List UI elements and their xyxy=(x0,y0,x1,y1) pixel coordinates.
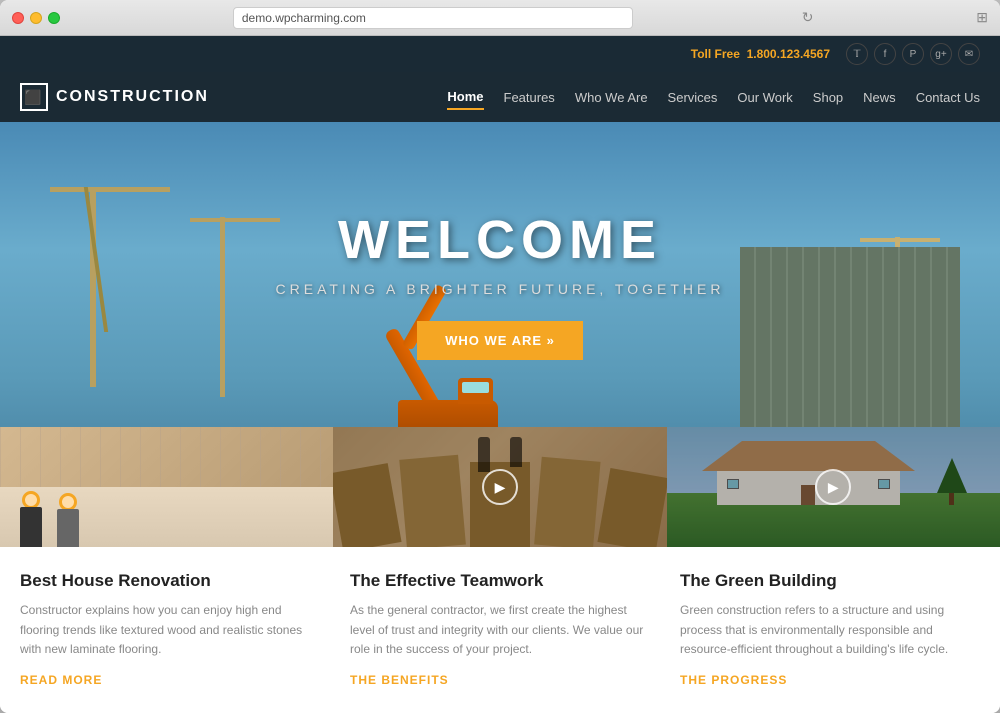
nav-who-we-are[interactable]: Who We Are xyxy=(575,86,648,109)
nav-our-work[interactable]: Our Work xyxy=(737,86,792,109)
person-1-body xyxy=(20,507,42,547)
site-logo: ⬛ CONSTRUCTION xyxy=(20,83,209,111)
phone-number: 1.800.123.4567 xyxy=(747,47,830,61)
thumb-renovation xyxy=(0,427,333,547)
card-renovation: Best House Renovation Constructor explai… xyxy=(20,571,320,689)
person-2-body xyxy=(57,509,79,547)
browser-window: demo.wpcharming.com ↻ ⊞ Toll Free 1.800.… xyxy=(0,0,1000,713)
pinterest-icon[interactable]: P xyxy=(902,43,924,65)
nav-news[interactable]: News xyxy=(863,86,896,109)
nav-features[interactable]: Features xyxy=(504,86,555,109)
nav-links: Home Features Who We Are Services Our Wo… xyxy=(447,85,980,110)
twitter-icon[interactable]: 𝕋 xyxy=(846,43,868,65)
play-button-2[interactable]: ▶ xyxy=(482,469,518,505)
browser-titlebar: demo.wpcharming.com ↻ ⊞ xyxy=(0,0,1000,36)
maximize-button[interactable] xyxy=(48,12,60,24)
reload-icon[interactable]: ↻ xyxy=(802,9,814,26)
card-2-title: The Effective Teamwork xyxy=(350,571,650,591)
hero-subtitle: CREATING A BRIGHTER FUTURE, TOGETHER xyxy=(276,281,725,297)
nav-home[interactable]: Home xyxy=(447,85,483,110)
play-button-3[interactable]: ▶ xyxy=(815,469,851,505)
logo-text: CONSTRUCTION xyxy=(56,88,209,106)
card-teamwork: The Effective Teamwork As the general co… xyxy=(350,571,650,689)
toll-free-text: Toll Free 1.800.123.4567 xyxy=(691,47,830,61)
thumbnails-row: ▶ xyxy=(0,427,1000,547)
card-3-link[interactable]: THE PROGRESS xyxy=(680,673,787,687)
hero-section: WELCOME CREATING A BRIGHTER FUTURE, TOGE… xyxy=(0,122,1000,547)
nav-contact-us[interactable]: Contact Us xyxy=(916,86,980,109)
hero-cta-button[interactable]: WHO WE ARE » xyxy=(417,321,583,360)
thumb-2-overlay: ▶ xyxy=(333,427,666,547)
nav-shop[interactable]: Shop xyxy=(813,86,843,109)
minimize-button[interactable] xyxy=(30,12,42,24)
card-1-text: Constructor explains how you can enjoy h… xyxy=(20,601,320,659)
hero-title: WELCOME xyxy=(338,209,662,271)
card-3-text: Green construction refers to a structure… xyxy=(680,601,980,659)
google-plus-icon[interactable]: g+ xyxy=(930,43,952,65)
logo-icon: ⬛ xyxy=(20,83,48,111)
thumb-1-bg xyxy=(0,427,333,547)
thumb-teamwork: ▶ xyxy=(333,427,666,547)
close-button[interactable] xyxy=(12,12,24,24)
facebook-icon[interactable]: f xyxy=(874,43,896,65)
thumb-green-building: ▶ xyxy=(667,427,1000,547)
window-controls xyxy=(12,12,60,24)
card-1-link[interactable]: READ MORE xyxy=(20,673,102,687)
person-1 xyxy=(20,491,42,547)
social-icons-bar: 𝕋 f P g+ ✉ xyxy=(846,43,980,65)
toll-free-label: Toll Free xyxy=(691,47,740,61)
card-3-title: The Green Building xyxy=(680,571,980,591)
person-2 xyxy=(57,493,79,547)
address-bar[interactable]: demo.wpcharming.com xyxy=(233,7,633,29)
thumb-1-walls xyxy=(0,427,333,487)
top-header-bar: Toll Free 1.800.123.4567 𝕋 f P g+ ✉ xyxy=(0,36,1000,72)
hero-content: WELCOME CREATING A BRIGHTER FUTURE, TOGE… xyxy=(0,122,1000,427)
thumb-3-overlay: ▶ xyxy=(667,427,1000,547)
nav-services[interactable]: Services xyxy=(668,86,718,109)
site-content: Toll Free 1.800.123.4567 𝕋 f P g+ ✉ ⬛ CO… xyxy=(0,36,1000,713)
url-text: demo.wpcharming.com xyxy=(242,11,366,25)
card-2-link[interactable]: THE BENEFITS xyxy=(350,673,449,687)
content-cards-section: Best House Renovation Constructor explai… xyxy=(0,547,1000,713)
thumb-1-scene xyxy=(0,487,333,547)
card-1-title: Best House Renovation xyxy=(20,571,320,591)
main-nav: ⬛ CONSTRUCTION Home Features Who We Are … xyxy=(0,72,1000,122)
expand-icon[interactable]: ⊞ xyxy=(976,9,988,26)
email-icon[interactable]: ✉ xyxy=(958,43,980,65)
card-green-building: The Green Building Green construction re… xyxy=(680,571,980,689)
card-2-text: As the general contractor, we first crea… xyxy=(350,601,650,659)
